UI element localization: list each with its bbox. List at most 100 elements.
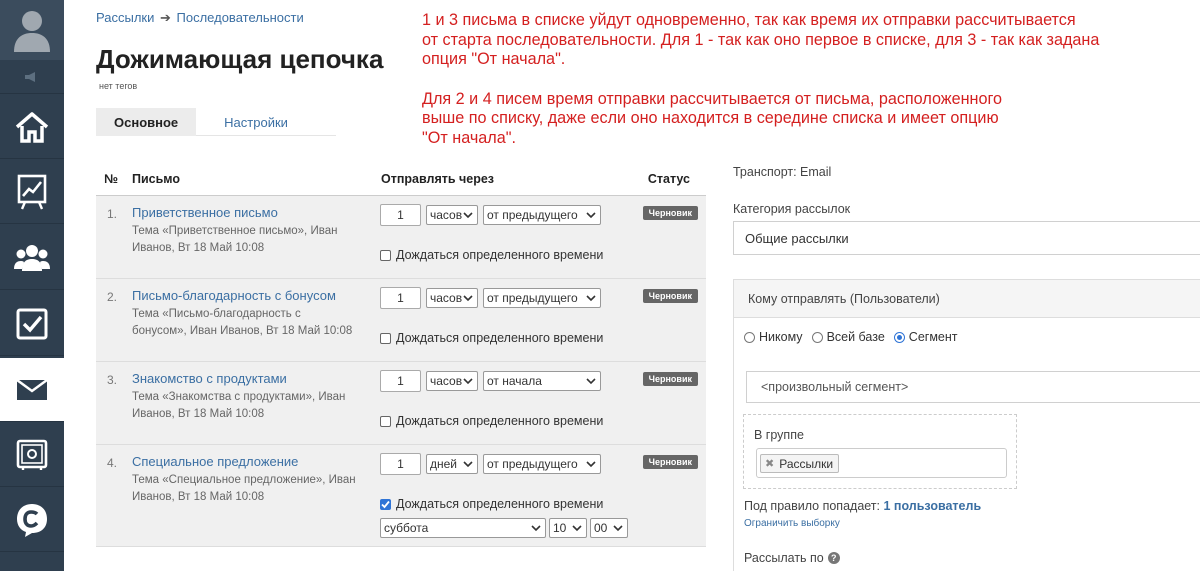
rule-summary: Под правило попадает: 1 пользователь: [744, 499, 981, 513]
weekday-select[interactable]: суббота: [380, 518, 546, 538]
tags-label: нет тегов: [99, 81, 138, 91]
delay-from-select[interactable]: от начала: [483, 371, 601, 391]
limit-selection-link[interactable]: Ограничить выборку: [744, 518, 840, 529]
home-icon: [15, 111, 49, 143]
radio-none-label: Никому: [759, 330, 803, 344]
delay-amount-input[interactable]: 1: [380, 453, 421, 475]
wait-time-label: Дождаться определенного времени: [396, 248, 604, 262]
tab-main[interactable]: Основное: [96, 108, 197, 136]
hour-select[interactable]: 10: [549, 518, 587, 538]
column-header-letter: Письмо: [132, 171, 181, 186]
letter-title-link[interactable]: Письмо-благодарность с бонусом: [132, 288, 336, 303]
status-badge: Черновик: [642, 206, 698, 220]
select-value: дней: [430, 457, 458, 471]
letter-meta-line: Иванов, Вт 18 Май 10:08: [132, 408, 265, 420]
letter-meta: Тема «Приветственное письмо», Иван Ивано…: [132, 223, 364, 257]
letter-title-link[interactable]: Приветственное письмо: [132, 205, 278, 220]
delay-amount-input[interactable]: 1: [380, 287, 421, 309]
segment-select[interactable]: <произвольный сегмент>: [746, 371, 1200, 403]
breadcrumb-mailings-link[interactable]: Рассылки: [96, 10, 154, 25]
select-value: от предыдущего: [487, 457, 578, 471]
sidebar-item-mailings[interactable]: [0, 358, 64, 422]
delay-unit-select[interactable]: часов: [426, 288, 478, 308]
letter-meta-line: бонусом», Иван Иванов, Вт 18 Май 10:08: [132, 325, 353, 337]
letter-meta-line: Тема «Специальное предложение», Иван: [132, 474, 356, 486]
wait-time-checkbox[interactable]: [380, 249, 391, 261]
annotation-note: 1 и 3 письма в списке уйдут одновременно…: [422, 11, 1182, 149]
chevron-down-icon: [463, 295, 473, 302]
wait-time-option: Дождаться определенного времени: [380, 497, 603, 511]
select-value: часов: [430, 208, 463, 222]
rule-count-link[interactable]: 1 пользователь: [884, 499, 982, 513]
status-badge: Черновик: [642, 372, 698, 386]
annotation-paragraph-2: Для 2 и 4 писем время отправки рассчитыв…: [422, 90, 1182, 149]
mail-icon: [16, 378, 48, 400]
letter-meta-line: Тема «Знакомства с продуктами», Иван: [132, 391, 346, 403]
select-value: суббота: [384, 521, 429, 535]
letter-meta-line: Тема «Приветственное письмо», Иван: [132, 225, 338, 237]
radio-all-option[interactable]: Всей базе: [811, 330, 885, 344]
sidebar-item-home[interactable]: [0, 95, 64, 159]
radio-segment[interactable]: [893, 331, 905, 343]
sidebar-item-users[interactable]: [0, 226, 64, 290]
group-label: В группе: [754, 428, 804, 442]
select-value: часов: [430, 291, 463, 305]
chevron-down-icon: [463, 461, 473, 468]
annotation-line: 1 и 3 письма в списке уйдут одновременно…: [422, 11, 1076, 29]
announcements-button[interactable]: [0, 60, 64, 94]
sidebar-item-safe[interactable]: [0, 423, 64, 487]
delay-from-select[interactable]: от предыдущего: [483, 205, 601, 225]
sidebar-item-chat[interactable]: [0, 488, 64, 552]
chevron-down-icon: [586, 212, 596, 219]
recipients-header: Кому отправлять (Пользователи): [734, 280, 1200, 318]
group-tag: ✖ Рассылки: [760, 454, 840, 473]
sidebar-item-tasks[interactable]: [0, 292, 64, 356]
row-number: 4.: [107, 456, 118, 470]
radio-none[interactable]: [744, 331, 755, 343]
sidebar-item-analytics[interactable]: [0, 160, 64, 224]
delay-unit-select[interactable]: часов: [426, 205, 478, 225]
table-row: 3. Знакомство с продуктами Тема «Знакомс…: [96, 362, 706, 445]
radio-segment-option[interactable]: Сегмент: [893, 330, 958, 344]
delay-amount-input[interactable]: 1: [380, 370, 421, 392]
transport-label: Транспорт: Email: [733, 165, 832, 179]
avatar[interactable]: [0, 0, 64, 60]
help-icon[interactable]: ?: [827, 552, 840, 564]
table-row: 1. Приветственное письмо Тема «Приветств…: [96, 196, 706, 279]
tab-settings[interactable]: Настройки: [206, 108, 306, 136]
wait-time-label: Дождаться определенного времени: [396, 331, 604, 345]
delay-amount-input[interactable]: 1: [380, 204, 421, 226]
group-tags-input[interactable]: ✖ Рассылки: [756, 448, 1007, 478]
letter-meta: Тема «Письмо-благодарность с бонусом», И…: [132, 306, 364, 340]
chevron-down-icon: [463, 212, 473, 219]
delay-unit-select[interactable]: часов: [426, 371, 478, 391]
remove-tag-icon[interactable]: ✖: [765, 457, 774, 470]
wait-time-checkbox[interactable]: [380, 415, 391, 427]
chevron-down-icon: [531, 525, 541, 532]
letter-meta-line: Иванов, Вт 18 Май 10:08: [132, 242, 265, 254]
minute-select[interactable]: 00: [590, 518, 628, 538]
column-header-status: Статус: [647, 171, 690, 186]
wait-time-option: Дождаться определенного времени: [380, 248, 603, 262]
table-row: 4. Специальное предложение Тема «Специал…: [96, 445, 706, 547]
annotation-line: Для 2 и 4 писем время отправки рассчитыв…: [422, 89, 1003, 108]
sidebar: [0, 0, 64, 571]
category-select[interactable]: Общие рассылки: [733, 221, 1200, 255]
recipients-panel: Кому отправлять (Пользователи) Никому Вс…: [733, 279, 1200, 571]
delay-unit-select[interactable]: дней: [426, 454, 478, 474]
radio-all[interactable]: [811, 331, 823, 343]
delay-from-select[interactable]: от предыдущего: [483, 288, 601, 308]
select-value: часов: [430, 374, 463, 388]
chart-board-icon: [17, 174, 47, 209]
group-condition: В группе ✖ Рассылки: [743, 414, 1017, 489]
letter-title-link[interactable]: Специальное предложение: [132, 454, 298, 469]
row-number: 3.: [107, 373, 118, 387]
wait-time-checkbox[interactable]: [380, 332, 391, 344]
rule-prefix: Под правило попадает:: [744, 499, 881, 513]
wait-time-checkbox[interactable]: [380, 498, 391, 510]
delay-from-select[interactable]: от предыдущего: [483, 454, 601, 474]
radio-none-option[interactable]: Никому: [744, 330, 803, 344]
breadcrumb-sequences-link[interactable]: Последовательности: [177, 10, 304, 25]
letter-title-link[interactable]: Знакомство с продуктами: [132, 371, 287, 386]
wait-time-option: Дождаться определенного времени: [380, 414, 603, 428]
